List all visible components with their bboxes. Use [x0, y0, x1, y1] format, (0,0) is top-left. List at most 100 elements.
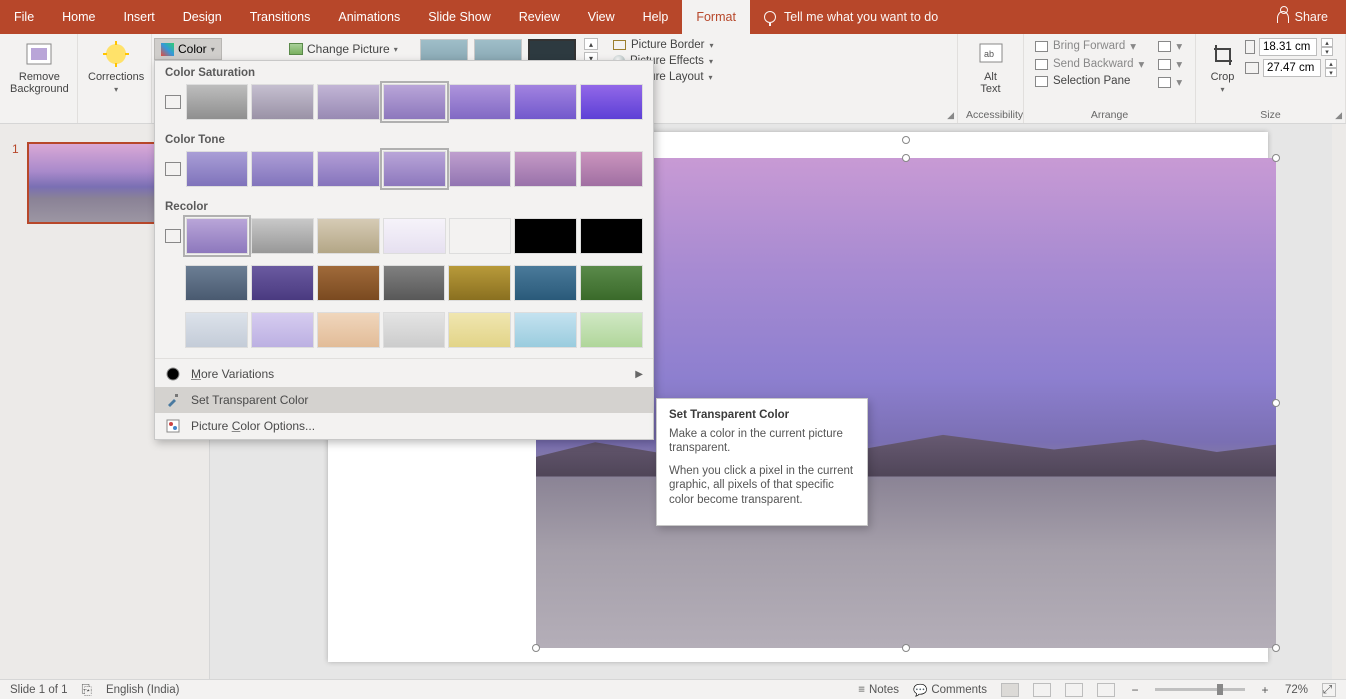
color-thumb[interactable] — [251, 218, 314, 254]
color-thumb[interactable] — [580, 265, 643, 301]
spellcheck-icon[interactable]: ⎘ — [82, 682, 92, 698]
color-thumb[interactable] — [383, 151, 446, 187]
tab-file[interactable]: File — [0, 0, 48, 34]
color-thumb[interactable] — [449, 84, 512, 120]
width-icon — [1245, 62, 1259, 74]
corrections-button[interactable]: Corrections▾ — [86, 38, 146, 97]
alt-text-icon: ab — [977, 40, 1005, 68]
tab-home[interactable]: Home — [48, 0, 109, 34]
tab-transitions[interactable]: Transitions — [236, 0, 325, 34]
height-input[interactable] — [1259, 38, 1317, 56]
slideshow-view-button[interactable] — [1097, 683, 1115, 697]
comments-button[interactable]: 💬Comments — [913, 683, 987, 697]
group-button[interactable]: ▾ — [1155, 56, 1185, 72]
notes-button[interactable]: ≡Notes — [858, 684, 899, 696]
color-thumb[interactable] — [514, 265, 577, 301]
normal-view-button[interactable] — [1001, 683, 1019, 697]
color-thumb[interactable] — [317, 151, 380, 187]
color-thumb[interactable] — [383, 265, 446, 301]
tab-format[interactable]: Format — [682, 0, 750, 34]
fit-to-window-button[interactable]: ⤢ — [1322, 683, 1336, 697]
color-thumb[interactable] — [580, 151, 643, 187]
gallery-up-icon[interactable]: ▴ — [584, 38, 598, 50]
spin-down-icon[interactable]: ▾ — [1321, 47, 1333, 56]
set-transparent-color-item[interactable]: Set Transparent Color — [155, 387, 653, 413]
color-thumb[interactable] — [580, 312, 643, 348]
color-thumb[interactable] — [317, 218, 380, 254]
rotate-handle[interactable] — [902, 136, 910, 144]
share-button[interactable]: Share — [1259, 0, 1346, 34]
zoom-out-button[interactable]: − — [1129, 683, 1141, 697]
tab-animations[interactable]: Animations — [324, 0, 414, 34]
notes-icon: ≡ — [858, 684, 865, 696]
picture-border-button[interactable]: Picture Border▾ — [610, 38, 717, 52]
language-indicator[interactable]: English (India) — [106, 684, 180, 696]
color-thumb[interactable] — [383, 84, 446, 120]
align-button[interactable]: ▾ — [1155, 38, 1185, 54]
resize-handle[interactable] — [1272, 644, 1280, 652]
color-thumb[interactable] — [383, 312, 446, 348]
color-thumb[interactable] — [514, 84, 577, 120]
color-thumb[interactable] — [448, 265, 511, 301]
color-thumb[interactable] — [449, 151, 512, 187]
color-thumb[interactable] — [580, 218, 643, 254]
color-thumb[interactable] — [580, 84, 643, 120]
dialog-launcher-icon[interactable]: ◢ — [947, 110, 954, 121]
spin-up-icon[interactable]: ▴ — [1321, 38, 1333, 47]
color-thumb[interactable] — [251, 151, 314, 187]
color-thumb[interactable] — [383, 218, 446, 254]
zoom-handle[interactable] — [1217, 684, 1223, 695]
color-thumb[interactable] — [251, 312, 314, 348]
more-variations-item[interactable]: More Variations ▶ — [155, 361, 653, 387]
vertical-scrollbar[interactable] — [1332, 124, 1346, 679]
send-backward-button[interactable]: Send Backward▾ — [1032, 56, 1147, 72]
section-icon — [165, 229, 181, 243]
color-thumb[interactable] — [514, 312, 577, 348]
rotate-button[interactable]: ▾ — [1155, 74, 1185, 90]
resize-handle[interactable] — [902, 644, 910, 652]
tab-design[interactable]: Design — [169, 0, 236, 34]
tab-slideshow[interactable]: Slide Show — [414, 0, 505, 34]
remove-background-button[interactable]: Remove Background — [8, 38, 71, 97]
sorter-view-button[interactable] — [1033, 683, 1051, 697]
change-picture-button[interactable]: Change Picture ▾ — [283, 38, 404, 60]
zoom-slider[interactable] — [1155, 688, 1245, 691]
color-dropdown-button[interactable]: Color ▾ — [154, 38, 222, 60]
picture-color-options-item[interactable]: Picture Color Options... — [155, 413, 653, 439]
tab-view[interactable]: View — [574, 0, 629, 34]
zoom-in-button[interactable]: + — [1259, 683, 1271, 697]
color-thumb[interactable] — [514, 218, 577, 254]
spin-up-icon[interactable]: ▴ — [1325, 59, 1337, 68]
color-thumb[interactable] — [449, 218, 512, 254]
selection-pane-button[interactable]: Selection Pane — [1032, 74, 1147, 88]
dialog-launcher-icon[interactable]: ◢ — [1335, 110, 1342, 121]
color-thumb[interactable] — [251, 84, 314, 120]
color-thumb[interactable] — [317, 84, 380, 120]
color-thumb[interactable] — [186, 218, 249, 254]
color-thumb[interactable] — [251, 265, 314, 301]
alt-text-button[interactable]: ab Alt Text — [966, 38, 1015, 97]
width-input[interactable] — [1263, 59, 1321, 77]
resize-handle[interactable] — [1272, 154, 1280, 162]
color-thumb[interactable] — [185, 265, 248, 301]
resize-handle[interactable] — [532, 644, 540, 652]
color-thumb[interactable] — [186, 84, 249, 120]
tab-review[interactable]: Review — [505, 0, 574, 34]
crop-button[interactable]: Crop▾ — [1204, 38, 1241, 97]
tell-me-search[interactable]: Tell me what you want to do — [750, 0, 952, 34]
color-thumb[interactable] — [186, 151, 249, 187]
tab-help[interactable]: Help — [629, 0, 683, 34]
resize-handle[interactable] — [1272, 399, 1280, 407]
color-thumb[interactable] — [185, 312, 248, 348]
saturation-header: Color Saturation — [155, 61, 653, 81]
spin-down-icon[interactable]: ▾ — [1325, 68, 1337, 77]
color-thumb[interactable] — [514, 151, 577, 187]
color-thumb[interactable] — [317, 265, 380, 301]
bring-forward-button[interactable]: Bring Forward▾ — [1032, 38, 1147, 54]
resize-handle[interactable] — [902, 154, 910, 162]
tab-insert[interactable]: Insert — [110, 0, 169, 34]
color-thumb[interactable] — [448, 312, 511, 348]
reading-view-button[interactable] — [1065, 683, 1083, 697]
comments-icon: 💬 — [913, 683, 927, 697]
color-thumb[interactable] — [317, 312, 380, 348]
